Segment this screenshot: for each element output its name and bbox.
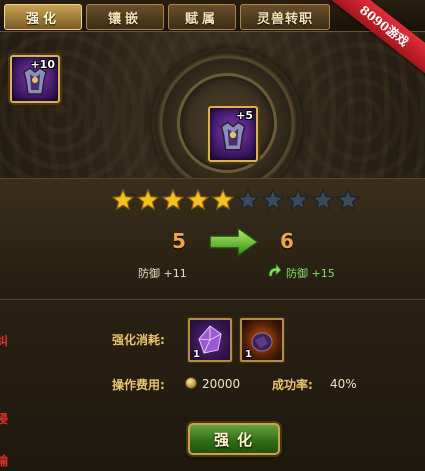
fee-value: 20000 xyxy=(202,377,241,391)
up-arrow-icon xyxy=(268,262,282,277)
star-empty-icon xyxy=(286,188,310,211)
material-slot-2[interactable]: 1 xyxy=(240,318,284,362)
cost-label: 强化消耗: xyxy=(112,333,165,347)
star-filled-icon xyxy=(161,188,185,211)
material-count: 1 xyxy=(193,349,200,360)
star-filled-icon xyxy=(211,188,235,211)
material-slot-1[interactable]: 1 xyxy=(188,318,232,362)
tab-attribute[interactable]: 赋属 xyxy=(168,4,236,30)
star-filled-icon xyxy=(111,188,135,211)
success-rate-value: 40% xyxy=(330,377,357,391)
tab-enhance[interactable]: 强化 xyxy=(4,4,82,30)
star-empty-icon xyxy=(236,188,260,211)
star-empty-icon xyxy=(311,188,335,211)
next-defense-stat: 防御 +15 xyxy=(268,262,335,281)
material-count: 1 xyxy=(245,349,252,360)
enhance-button[interactable]: 强化 xyxy=(188,423,280,455)
edge-char: 纠 xyxy=(0,334,9,348)
equipped-item-slot[interactable]: +10 xyxy=(10,55,60,103)
coin-icon xyxy=(185,377,197,389)
next-level: 6 xyxy=(280,229,294,253)
next-defense-text: 防御 +15 xyxy=(286,267,335,280)
current-level: 5 xyxy=(172,229,186,253)
current-defense-stat: 防御 +11 xyxy=(138,267,187,280)
armor-icon xyxy=(220,121,246,151)
fee-label: 操作费用: xyxy=(112,378,165,392)
enhance-panel: 强化 镶嵌 赋属 灵兽转职 8090游戏 +10 +5 5 6 防御 +11 防… xyxy=(0,0,425,471)
star-filled-icon xyxy=(186,188,210,211)
edge-char: 浸 xyxy=(0,412,9,426)
star-empty-icon xyxy=(261,188,285,211)
star-empty-icon xyxy=(336,188,360,211)
enhance-level-badge: +10 xyxy=(30,58,55,71)
tab-inlay[interactable]: 镶嵌 xyxy=(86,4,164,30)
tab-pet-class-change[interactable]: 灵兽转职 xyxy=(240,4,330,30)
enhance-level-badge: +5 xyxy=(236,109,253,122)
target-item-slot[interactable]: +5 xyxy=(208,106,258,162)
edge-char: 输 xyxy=(0,454,9,468)
right-arrow-icon xyxy=(209,226,260,258)
success-rate-label: 成功率: xyxy=(272,378,313,392)
star-filled-icon xyxy=(136,188,160,211)
star-rating xyxy=(111,188,360,212)
